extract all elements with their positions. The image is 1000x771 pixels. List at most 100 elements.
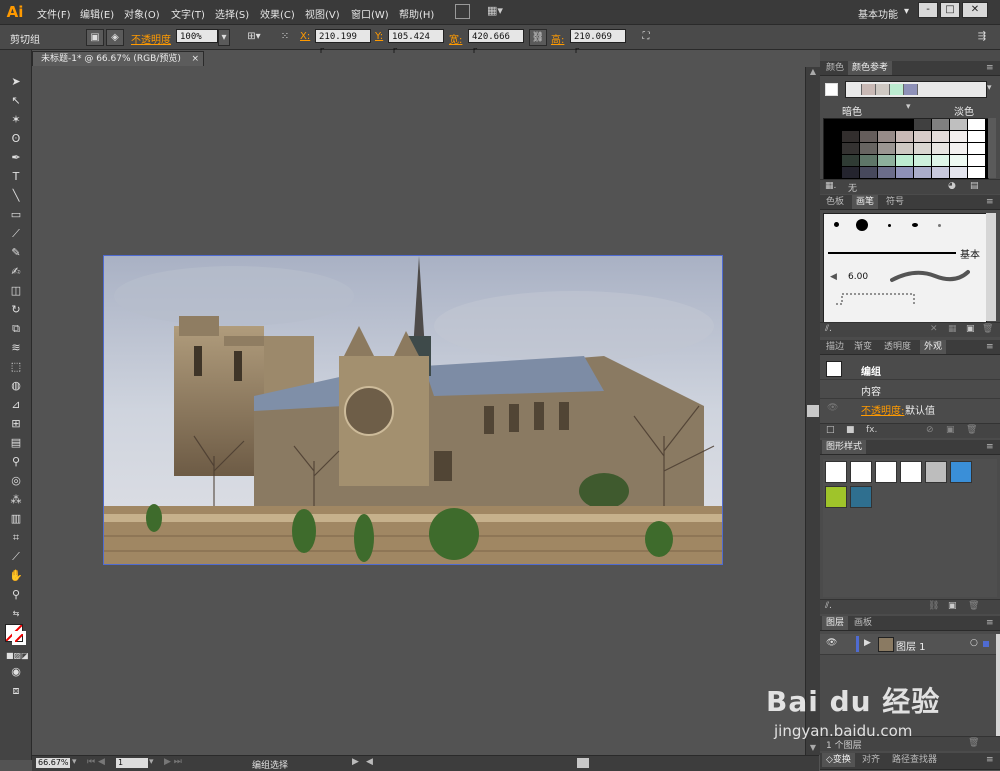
layer-visibility-icon[interactable]: 👁 (826, 638, 837, 648)
tab-symbols[interactable]: 符号 (882, 195, 908, 209)
harmony-rules-bar[interactable] (845, 81, 987, 98)
opacity-label[interactable]: 不透明度 (131, 31, 171, 46)
artboard-dropdown-icon[interactable]: ▾ (149, 757, 154, 767)
add-stroke-icon[interactable]: □ (826, 425, 835, 435)
eraser-tool-icon[interactable]: ◫ (6, 283, 26, 299)
color-variation-swatch[interactable] (842, 155, 859, 166)
scroll-thumb[interactable] (807, 405, 819, 417)
tab-color[interactable]: 颜色 (822, 61, 848, 75)
layer-selection-indicator[interactable] (983, 641, 989, 647)
menu-view[interactable]: 视图(V) (305, 6, 340, 21)
style-default-text[interactable] (850, 461, 872, 483)
tab-artboards[interactable]: 画板 (850, 616, 876, 630)
brush-list-scrollbar[interactable] (986, 213, 996, 321)
panel-menu-icon[interactable]: ≡ (982, 61, 998, 75)
color-variation-swatch[interactable] (914, 119, 931, 130)
delete-style-icon[interactable]: 🗑 (968, 601, 979, 611)
color-variation-swatch[interactable] (950, 119, 967, 130)
brush-dot-small[interactable] (834, 222, 839, 227)
color-variation-swatch[interactable] (860, 143, 877, 154)
edit-contents-icon[interactable]: ◈ (106, 29, 124, 46)
link-proportions-icon[interactable]: ⛓ (529, 29, 547, 46)
brush-options-icon[interactable]: ▦ (948, 324, 957, 334)
color-variation-swatch[interactable] (878, 119, 895, 130)
gradient-tool-icon[interactable]: ▤ (6, 435, 26, 451)
transform-icon[interactable]: ⛶ (638, 29, 654, 44)
color-variation-swatch[interactable] (878, 143, 895, 154)
harmony-color-swatch[interactable] (862, 84, 876, 95)
warp-tool-icon[interactable]: ≋ (6, 340, 26, 356)
recolor-icon[interactable]: ⊞▾ (244, 29, 264, 44)
placed-image-cathedral[interactable] (103, 255, 723, 565)
add-effect-icon[interactable]: fx. (866, 425, 877, 435)
workspace-switcher[interactable]: 基本功能 (858, 6, 898, 21)
first-artboard-icon[interactable]: ⏮ ◀ (87, 757, 105, 767)
zoom-tool-icon[interactable]: ⚲ (6, 587, 26, 603)
minimize-button[interactable]: - (918, 2, 938, 18)
tab-swatches[interactable]: 色板 (822, 195, 848, 209)
rotate-tool-icon[interactable]: ↻ (6, 302, 26, 318)
panel-menu-icon[interactable]: ≡ (982, 616, 998, 630)
basic-brush-line[interactable] (828, 252, 956, 254)
color-variation-grid[interactable] (823, 118, 989, 180)
layer-target-icon[interactable]: ○ (970, 638, 978, 648)
tab-gradient[interactable]: 渐变 (850, 340, 876, 354)
zoom-field[interactable]: 66.67% (36, 758, 70, 768)
variation-dropdown-icon[interactable]: ▾ (906, 102, 911, 112)
color-variation-swatch[interactable] (824, 143, 841, 154)
menu-window[interactable]: 窗口(W) (351, 6, 389, 21)
break-link-icon[interactable]: ⛓ (928, 601, 939, 611)
opacity-field[interactable]: 100% (176, 29, 218, 43)
swap-fill-stroke-icon[interactable]: ⇆ (6, 606, 26, 622)
color-variation-swatch[interactable] (896, 131, 913, 142)
zoom-dropdown-icon[interactable]: ▾ (72, 757, 77, 767)
brush-library-icon[interactable]: ⫽. (825, 324, 832, 334)
mesh-tool-icon[interactable]: ⊞ (6, 416, 26, 432)
visibility-eye-icon[interactable]: 👁 (827, 403, 838, 413)
swatch-library-icon[interactable]: ▦. (825, 181, 836, 191)
menu-select[interactable]: 选择(S) (215, 6, 249, 21)
perspective-grid-tool-icon[interactable]: ⊿ (6, 397, 26, 413)
color-variation-swatch[interactable] (842, 143, 859, 154)
harmony-color-swatch[interactable] (904, 84, 918, 95)
color-variation-swatch[interactable] (968, 155, 985, 166)
duplicate-item-icon[interactable]: ▣ (946, 425, 955, 435)
artboard-tool-icon[interactable]: ⌗ (6, 530, 26, 546)
brush-list[interactable]: 基本 ◀ 6.00 (823, 213, 987, 323)
status-menu-icon[interactable]: ▶ (352, 757, 359, 767)
column-graph-tool-icon[interactable]: ▥ (6, 511, 26, 527)
color-variation-swatch[interactable] (932, 131, 949, 142)
panel-menu-icon[interactable]: ≡ (982, 753, 998, 767)
appearance-group-label[interactable]: 编组 (861, 363, 881, 378)
brush-soft[interactable] (938, 224, 941, 227)
height-field[interactable]: 210.069 r (570, 29, 626, 56)
panel-menu-icon[interactable]: ≡ (982, 440, 998, 454)
appearance-contents-label[interactable]: 内容 (861, 383, 881, 398)
menu-effect[interactable]: 效果(C) (260, 6, 295, 21)
paintbrush-tool-icon[interactable]: ⟋ (6, 226, 26, 242)
color-variation-swatch[interactable] (968, 143, 985, 154)
scale-tool-icon[interactable]: ⧉ (6, 321, 26, 337)
art-brush-stroke[interactable] (890, 266, 970, 286)
arrange-documents-icon[interactable]: ▦▾ (487, 4, 507, 17)
type-tool-icon[interactable]: T (6, 169, 26, 185)
selection-tool-icon[interactable]: ➤ (6, 74, 26, 90)
edit-colors-icon[interactable]: ◕ (948, 181, 956, 191)
delete-layer-icon[interactable]: 🗑 (968, 738, 979, 748)
color-variation-swatch[interactable] (824, 167, 841, 178)
color-variation-swatch[interactable] (950, 131, 967, 142)
scroll-up-icon[interactable]: ▲ (807, 67, 819, 77)
color-variation-swatch[interactable] (860, 155, 877, 166)
tab-transform[interactable]: ◇变换 (822, 753, 855, 767)
delete-brush-icon[interactable]: 🗑 (982, 324, 993, 334)
clear-appearance-icon[interactable]: ⊘ (926, 425, 934, 435)
control-menu-icon[interactable]: ⇶ (974, 29, 990, 44)
color-variation-swatch[interactable] (896, 167, 913, 178)
color-variation-swatch[interactable] (824, 119, 841, 130)
edit-clipping-path-icon[interactable]: ▣ (86, 29, 104, 46)
layer-row[interactable]: 👁 ▶ 图层 1 ○ (820, 634, 996, 655)
color-variation-swatch[interactable] (896, 155, 913, 166)
tab-pathfinder[interactable]: 路径查找器 (888, 753, 941, 767)
panel-menu-icon[interactable]: ≡ (982, 195, 998, 209)
artboard-number-field[interactable]: 1 (116, 758, 148, 768)
